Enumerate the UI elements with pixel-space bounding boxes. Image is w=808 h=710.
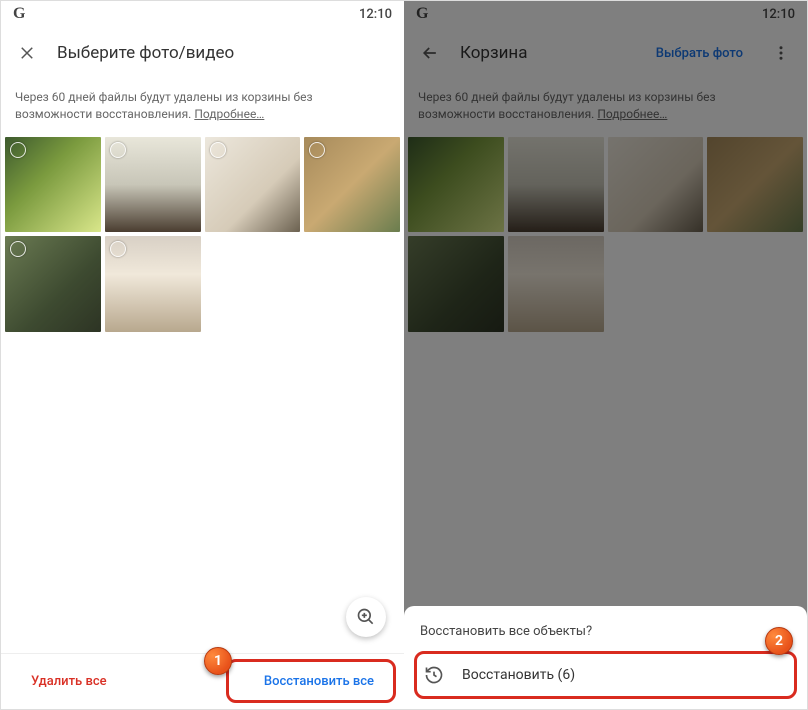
select-photo-button[interactable]: Выбрать фото: [656, 46, 743, 61]
photo-thumb[interactable]: [205, 137, 301, 233]
learn-more-link[interactable]: Подробнее…: [194, 107, 264, 121]
restore-all-button[interactable]: Восстановить все: [252, 664, 386, 699]
page-title: Корзина: [460, 43, 638, 63]
app-bar: Корзина Выбрать фото: [404, 27, 807, 79]
select-circle-icon[interactable]: [309, 142, 325, 158]
sheet-title: Восстановить все объекты?: [420, 624, 791, 639]
status-bar: G 12:10: [404, 1, 807, 27]
page-title: Выберите фото/видео: [57, 43, 390, 63]
google-logo: G: [416, 5, 428, 23]
photo-thumb[interactable]: [408, 137, 504, 233]
phone-left: G 12:10 Выберите фото/видео Через 60 дне…: [1, 1, 404, 709]
close-icon[interactable]: [15, 41, 39, 65]
photo-thumb[interactable]: [304, 137, 400, 233]
select-circle-icon[interactable]: [10, 241, 26, 257]
photo-thumb[interactable]: [105, 236, 201, 332]
status-bar: G 12:10: [1, 1, 404, 27]
learn-more-link[interactable]: Подробнее…: [597, 107, 667, 121]
photo-thumb[interactable]: [5, 236, 101, 332]
photo-grid: [404, 137, 807, 333]
phone-right: G 12:10 Корзина Выбрать фото Через 60 дн…: [404, 1, 807, 709]
banner-text: Через 60 дней файлы будут удалены из кор…: [418, 90, 716, 121]
more-icon[interactable]: [769, 41, 793, 65]
callout-number: 1: [204, 647, 232, 675]
photo-thumb[interactable]: [508, 236, 604, 332]
select-circle-icon[interactable]: [10, 142, 26, 158]
google-logo: G: [13, 5, 25, 23]
info-banner: Через 60 дней файлы будут удалены из кор…: [404, 79, 807, 137]
bottom-bar: Удалить все Восстановить все 1: [1, 653, 404, 709]
info-banner: Через 60 дней файлы будут удалены из кор…: [1, 79, 404, 137]
restore-history-icon: [424, 665, 444, 685]
photo-thumb[interactable]: [608, 137, 704, 233]
back-icon[interactable]: [418, 41, 442, 65]
clock: 12:10: [762, 7, 795, 22]
select-circle-icon[interactable]: [210, 142, 226, 158]
photo-thumb[interactable]: [5, 137, 101, 233]
photo-thumb[interactable]: [508, 137, 604, 233]
callout-number: 2: [765, 627, 793, 655]
zoom-in-button[interactable]: [346, 597, 386, 637]
restore-button[interactable]: Восстановить (6) 2: [420, 655, 791, 695]
app-bar: Выберите фото/видео: [1, 27, 404, 79]
photo-thumb[interactable]: [408, 236, 504, 332]
restore-label: Восстановить (6): [462, 667, 575, 683]
select-circle-icon[interactable]: [110, 241, 126, 257]
photo-thumb[interactable]: [105, 137, 201, 233]
delete-all-button[interactable]: Удалить все: [19, 664, 119, 699]
banner-text: Через 60 дней файлы будут удалены из кор…: [15, 90, 313, 121]
bottom-sheet: Восстановить все объекты? Восстановить (…: [404, 606, 807, 709]
select-circle-icon[interactable]: [110, 142, 126, 158]
photo-thumb[interactable]: [707, 137, 803, 233]
clock: 12:10: [359, 7, 392, 22]
photo-grid: [1, 137, 404, 333]
